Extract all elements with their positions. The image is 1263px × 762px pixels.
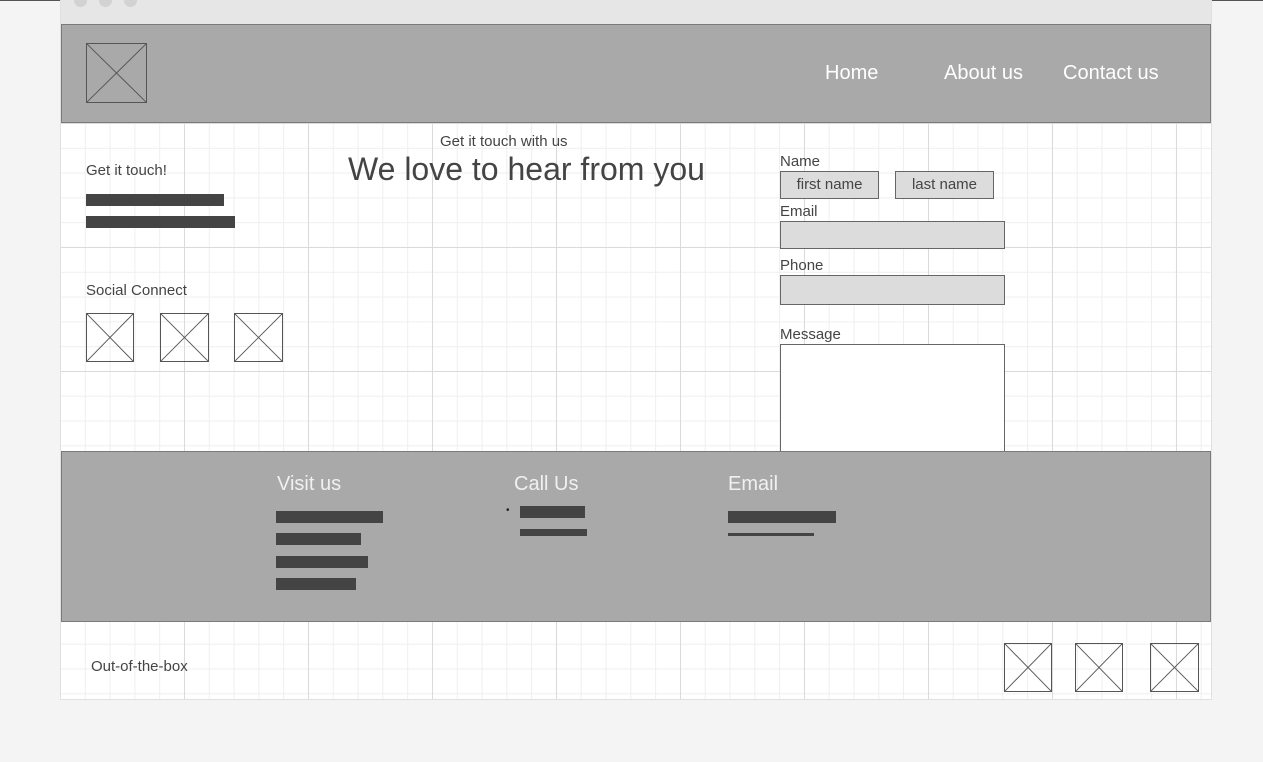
address-placeholder-bar xyxy=(276,533,361,545)
footer-social-placeholder-icon[interactable] xyxy=(1150,643,1199,692)
email-label: Email xyxy=(780,203,818,220)
social-icon-placeholder-icon[interactable] xyxy=(234,313,283,362)
window-titlebar xyxy=(61,0,1211,24)
brand-text: Out-of-the-box xyxy=(91,658,188,675)
social-connect-heading: Social Connect xyxy=(86,282,187,299)
footer-social-placeholder-icon[interactable] xyxy=(1075,643,1123,692)
email-placeholder-bar xyxy=(728,511,836,523)
email-field[interactable] xyxy=(780,221,1005,249)
site-header: Home About us Contact us xyxy=(61,24,1211,123)
email-underline-bar xyxy=(728,533,814,536)
get-touch-heading: Get it touch! xyxy=(86,162,167,179)
social-icon-placeholder-icon[interactable] xyxy=(160,313,209,362)
footer-email-heading: Email xyxy=(728,473,779,495)
logo-placeholder-icon[interactable] xyxy=(86,43,147,103)
text-placeholder-bar xyxy=(86,194,224,206)
phone-placeholder-bar xyxy=(520,506,585,518)
first-name-field[interactable]: first name xyxy=(780,171,879,199)
address-placeholder-bar xyxy=(276,511,383,523)
nav-home-link[interactable]: Home xyxy=(825,62,878,85)
browser-window: Home About us Contact us Get it touch! S… xyxy=(60,0,1212,700)
site-footer: Visit us Call Us • Email xyxy=(61,451,1211,622)
footer-visit-heading: Visit us xyxy=(277,473,342,495)
message-textarea[interactable] xyxy=(780,344,1005,452)
footer-call-heading: Call Us xyxy=(514,473,579,495)
phone-placeholder-bar xyxy=(520,529,587,536)
window-maximize-dot[interactable] xyxy=(124,0,137,7)
footer-social-placeholder-icon[interactable] xyxy=(1004,643,1052,692)
window-minimize-dot[interactable] xyxy=(99,0,112,7)
address-placeholder-bar xyxy=(276,556,368,568)
window-close-dot[interactable] xyxy=(74,0,87,7)
hero-kicker: Get it touch with us xyxy=(440,133,568,150)
last-name-field[interactable]: last name xyxy=(895,171,994,199)
hero-title: We love to hear from you xyxy=(348,151,705,187)
social-icon-placeholder-icon[interactable] xyxy=(86,313,134,362)
phone-field[interactable] xyxy=(780,275,1005,305)
nav-about-link[interactable]: About us xyxy=(944,62,1023,85)
nav-contact-link[interactable]: Contact us xyxy=(1063,62,1159,85)
message-label: Message xyxy=(780,326,841,343)
phone-label: Phone xyxy=(780,257,824,274)
text-placeholder-bar xyxy=(86,216,235,228)
name-label: Name xyxy=(780,153,821,170)
list-bullet: • xyxy=(506,505,510,516)
address-placeholder-bar xyxy=(276,578,356,590)
